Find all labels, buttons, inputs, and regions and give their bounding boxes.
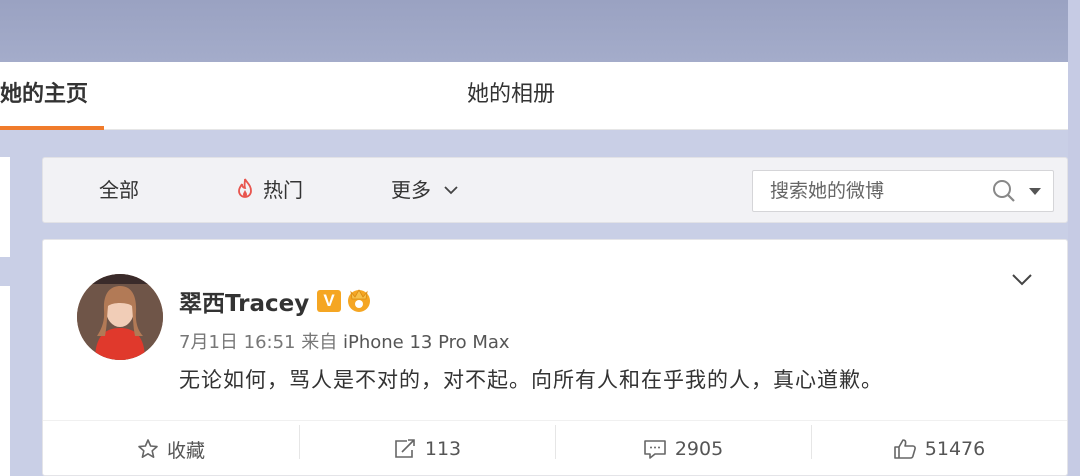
weibo-post-card: 翠西Tracey V 7月1日 16:51 来自 iPhone 13 Pro M…	[42, 239, 1068, 476]
repost-button[interactable]: 113	[299, 421, 555, 476]
filter-hot-label: 热门	[263, 178, 303, 202]
right-gutter	[1068, 0, 1080, 476]
chevron-down-icon	[444, 186, 458, 195]
post-date[interactable]: 7月1日 16:51	[179, 332, 296, 353]
filter-all[interactable]: 全部	[99, 158, 139, 222]
star-icon	[138, 439, 158, 458]
chevron-down-icon[interactable]	[1009, 270, 1035, 290]
like-button[interactable]: 51476	[811, 421, 1067, 476]
post-source: iPhone 13 Pro Max	[342, 332, 510, 353]
repost-count: 113	[424, 438, 462, 460]
comment-icon	[644, 440, 666, 459]
tab-active-indicator	[0, 126, 104, 130]
post-username[interactable]: 翠西Tracey	[179, 284, 309, 318]
tab-home-label: 她的主页	[0, 82, 89, 107]
post-source-prefix: 来自	[301, 332, 338, 353]
comment-button[interactable]: 2905	[555, 421, 811, 476]
profile-banner	[0, 0, 1068, 62]
feed-filter-bar: 全部 热门 更多	[42, 157, 1068, 223]
avatar[interactable]	[77, 274, 163, 360]
filter-all-label: 全部	[99, 178, 139, 202]
post-actions: 收藏 113 2905 51476	[43, 420, 1067, 476]
profile-tab-bar: 她的主页 她的相册	[0, 62, 1068, 130]
post-meta: 7月1日 16:51 来自 iPhone 13 Pro Max	[179, 328, 510, 354]
like-icon	[893, 439, 916, 459]
post-text: 无论如何，骂人是不对的，对不起。向所有人和在乎我的人，真心道歉。	[179, 368, 883, 392]
tab-home[interactable]: 她的主页	[0, 62, 104, 130]
avatar-image	[77, 274, 163, 360]
verified-badge: V	[317, 290, 341, 312]
flame-icon	[238, 178, 252, 198]
tab-album[interactable]: 她的相册	[467, 62, 555, 130]
favorite-button[interactable]: 收藏	[43, 421, 299, 476]
fan-badge-icon	[348, 289, 370, 312]
weibo-search-box	[752, 170, 1054, 212]
search-input[interactable]	[753, 171, 983, 211]
filter-more[interactable]: 更多	[391, 158, 459, 222]
search-icon[interactable]	[991, 178, 1017, 204]
sidebar-card	[0, 286, 10, 476]
caret-down-icon[interactable]	[1028, 187, 1042, 197]
favorite-label: 收藏	[166, 439, 205, 462]
comment-count: 2905	[674, 438, 724, 460]
filter-more-label: 更多	[391, 178, 431, 202]
sidebar-card	[0, 157, 10, 257]
like-count: 51476	[924, 438, 986, 460]
filter-hot[interactable]: 热门	[235, 158, 303, 222]
tab-album-label: 她的相册	[467, 82, 556, 107]
repost-icon	[395, 439, 415, 458]
